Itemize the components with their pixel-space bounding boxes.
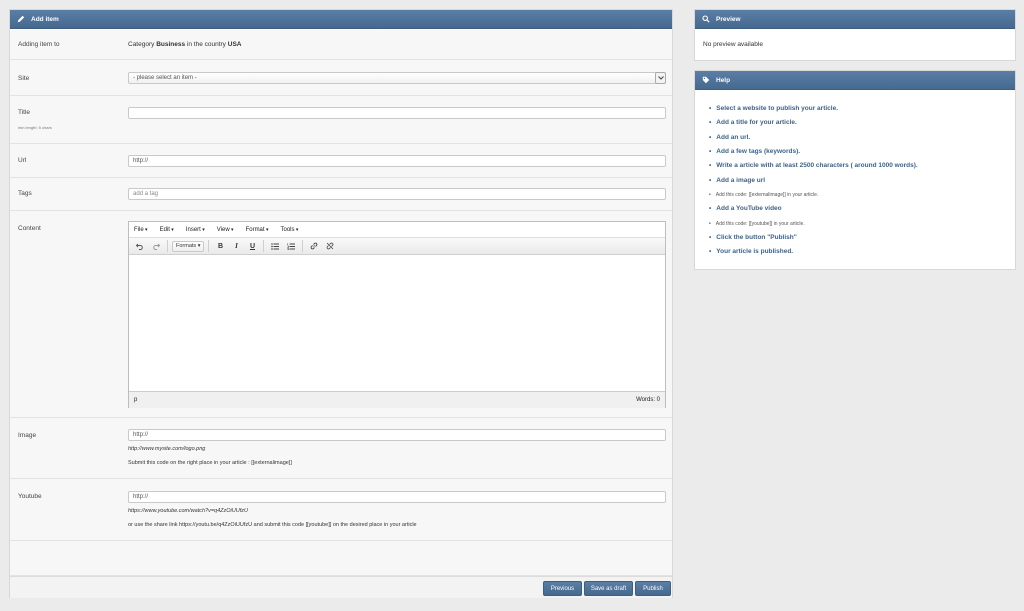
save-draft-button[interactable]: Save as draft — [584, 581, 633, 596]
link-icon[interactable] — [307, 240, 321, 252]
unlink-icon[interactable] — [323, 240, 337, 252]
help-item: Your article is published. — [709, 248, 793, 255]
toolbar-divider — [208, 240, 210, 252]
youtube-example: https://www.youtube.com/watch?v=q4ZzOiUU… — [128, 508, 248, 514]
adding-label: Adding item to — [18, 41, 60, 48]
toolbar-divider — [302, 240, 304, 252]
help-title: Help — [716, 76, 731, 84]
add-item-panel: Add item Adding item to Category Busines… — [9, 9, 673, 598]
url-input[interactable]: http:// — [128, 155, 666, 167]
formats-label: Formats — [176, 243, 197, 249]
help-item: Add this code: [[externalimage]] in your… — [709, 192, 819, 198]
tags-row: Tags add a tag — [10, 178, 672, 211]
help-item: Add an url. — [709, 134, 750, 141]
preview-header: Preview — [695, 10, 1015, 29]
menu-insert[interactable]: Insert — [186, 227, 205, 233]
publish-button[interactable]: Publish — [635, 581, 671, 596]
content-label: Content — [18, 225, 41, 232]
adding-target: Category Business in the country USA — [128, 41, 241, 48]
menu-tools[interactable]: Tools — [280, 227, 298, 233]
youtube-row: Youtube http:// https://www.youtube.com/… — [10, 479, 672, 541]
adding-row: Adding item to Category Business in the … — [10, 30, 672, 60]
editor-statusbar: p Words: 0 — [129, 391, 665, 408]
url-label: Url — [18, 157, 27, 164]
adding-prefix: Category — [128, 41, 155, 48]
title-label: Title — [18, 109, 31, 116]
rich-text-editor: File Edit Insert View Format Tools Forma… — [128, 221, 666, 408]
redo-icon[interactable] — [149, 240, 163, 252]
site-select[interactable]: - please select an item - — [128, 72, 666, 84]
youtube-url-input[interactable]: http:// — [128, 491, 666, 503]
toolbar-divider — [167, 240, 168, 252]
image-note: Submit this code on the right place in y… — [128, 460, 292, 466]
italic-icon[interactable]: I — [229, 240, 243, 252]
editor-content-area[interactable] — [129, 255, 665, 391]
pencil-icon — [17, 15, 25, 23]
help-panel: Help Select a website to publish your ar… — [694, 70, 1016, 270]
preview-title: Preview — [716, 15, 741, 23]
numbered-list-icon[interactable] — [284, 240, 298, 252]
bullet-list-icon[interactable] — [268, 240, 282, 252]
previous-button[interactable]: Previous — [543, 581, 582, 596]
image-row: Image http:// http://www.mysite.com/logo… — [10, 418, 672, 479]
tags-label: Tags — [18, 190, 32, 197]
adding-mid: in the country — [186, 41, 226, 48]
help-item: Add a image url — [709, 177, 765, 184]
help-item: Select a website to publish your article… — [709, 105, 838, 112]
youtube-label: Youtube — [18, 493, 42, 500]
word-count: Words: 0 — [636, 397, 660, 403]
image-label: Image — [18, 432, 37, 439]
youtube-note: or use the share link https://youtu.be/q… — [128, 522, 417, 528]
bold-icon[interactable]: B — [213, 240, 227, 252]
toolbar-divider — [263, 240, 265, 252]
help-item: Click the button "Publish" — [709, 234, 797, 241]
chevron-down-icon[interactable] — [655, 72, 666, 84]
title-row: Title min length: 5 chars — [10, 96, 672, 144]
editor-toolbar: Formats ▾ B I U — [129, 238, 665, 255]
help-header: Help — [695, 71, 1015, 90]
help-item: Add a title for your article. — [709, 119, 797, 126]
image-example: http://www.mysite.com/logo.png — [128, 446, 206, 452]
underline-icon[interactable]: U — [245, 240, 259, 252]
preview-text: No preview available — [703, 41, 763, 48]
editor-menubar: File Edit Insert View Format Tools — [129, 222, 665, 238]
help-item: Add a few tags (keywords). — [709, 148, 800, 155]
menu-format[interactable]: Format — [246, 227, 269, 233]
title-input[interactable] — [128, 107, 666, 119]
tags-input[interactable]: add a tag — [128, 188, 666, 200]
menu-edit[interactable]: Edit — [160, 227, 174, 233]
undo-icon[interactable] — [133, 240, 147, 252]
title-hint: min length: 5 chars — [18, 125, 52, 130]
country-name: USA — [227, 41, 242, 48]
preview-panel: Preview No preview available — [694, 9, 1016, 61]
add-item-title: Add item — [31, 15, 59, 23]
tag-icon — [702, 76, 710, 84]
url-row: Url http:// — [10, 144, 672, 178]
search-icon — [702, 15, 710, 23]
formats-dropdown[interactable]: Formats ▾ — [172, 240, 205, 252]
site-row: Site - please select an item - — [10, 60, 672, 96]
menu-view[interactable]: View — [217, 227, 234, 233]
site-label: Site — [18, 75, 30, 82]
editor-path: p — [134, 397, 138, 403]
help-item: Write a article with at least 2500 chara… — [709, 162, 917, 169]
site-select-value: - please select an item - — [133, 75, 197, 81]
help-item: Add a YouTube video — [709, 205, 781, 212]
category-name: Business — [156, 41, 186, 48]
image-url-input[interactable]: http:// — [128, 429, 666, 441]
help-item: Add this code: [[youtube]] in your artic… — [709, 221, 805, 227]
spacer-row — [10, 541, 672, 576]
add-item-header: Add item — [10, 10, 672, 29]
menu-file[interactable]: File — [134, 227, 148, 233]
